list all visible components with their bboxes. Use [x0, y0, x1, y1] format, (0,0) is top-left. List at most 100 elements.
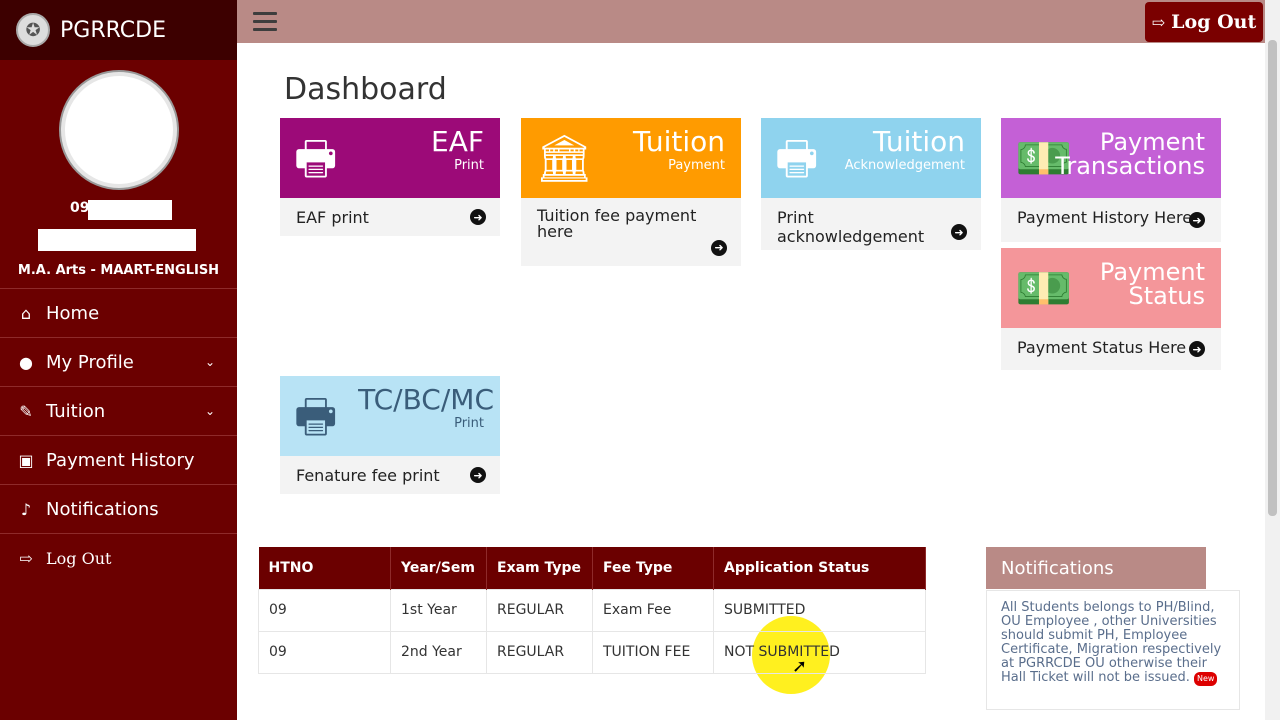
top-bar: ⇨ Log Out: [237, 0, 1265, 43]
card-tuition-payment[interactable]: 🏛 Tuition Payment Tuition fee payment he…: [521, 118, 741, 266]
card-footer-label: Tuition fee payment here: [537, 206, 697, 241]
sidebar-item-logout[interactable]: ⇨ Log Out: [0, 533, 237, 582]
home-icon: ⌂: [20, 303, 32, 323]
table-cell: REGULAR: [486, 630, 593, 674]
notifications-panel-body: All Students belongs to PH/Blind, OU Emp…: [986, 590, 1240, 710]
bank-icon: 🏛: [535, 131, 594, 185]
sidebar-item-payment-history[interactable]: ▣ Payment History: [0, 435, 237, 484]
profile-course: M.A. Arts - MAART-ENGLISH: [17, 263, 220, 278]
logout-button[interactable]: ⇨ Log Out: [1145, 2, 1263, 42]
arrow-circle-right-icon: ➜: [470, 209, 486, 225]
printer-icon: 🖶: [775, 131, 819, 185]
card-tuition-acknowledgement[interactable]: 🖶 Tuition Acknowledgement Print acknowle…: [761, 118, 981, 250]
table-row: 09 1st Year REGULAR Exam Fee SUBMITTED: [258, 588, 926, 632]
printer-icon: 🖶: [294, 131, 338, 185]
card-footer-label: Payment Status Here: [1017, 338, 1187, 357]
user-icon: ●: [19, 352, 33, 372]
profile-htno: 09: [70, 200, 90, 216]
card-title: TC/BC/MC: [358, 383, 494, 416]
sign-out-icon: ⇨: [1151, 12, 1166, 32]
card-footer-label: EAF print: [296, 208, 369, 227]
card-footer-label: Print acknowledgement: [777, 208, 925, 246]
card-footer-label: Fenature fee print: [296, 466, 440, 485]
notification-text: All Students belongs to PH/Blind, OU Emp…: [1001, 600, 1222, 685]
card-title: Payment Transactions: [1055, 128, 1205, 180]
arrow-circle-right-icon: ➜: [1189, 212, 1205, 228]
column-header: Application Status: [713, 547, 926, 589]
card-header: 🖶 Tuition Acknowledgement: [761, 118, 981, 198]
card-footer[interactable]: EAF print ➜: [280, 198, 500, 236]
card-header: 💵 Payment Status: [1001, 248, 1221, 328]
bell-icon: ♪: [20, 499, 32, 519]
sidebar-item-tuition[interactable]: ✎ Tuition ⌄: [0, 386, 237, 435]
card-title: Tuition: [872, 125, 965, 158]
redaction-mask: [38, 229, 196, 251]
sign-out-icon: ⇨: [19, 548, 33, 568]
card-tc-bc-mc-print[interactable]: 🖶 TC/BC/MC Print Fenature fee print ➜: [280, 376, 500, 494]
card-footer[interactable]: Print acknowledgement ➜: [761, 198, 981, 250]
brand-name: PGRRCDE: [60, 17, 166, 43]
money-icon: 💵: [1015, 261, 1073, 315]
money-icon: ▣: [18, 450, 34, 470]
card-footer[interactable]: Payment Status Here ➜: [1001, 328, 1221, 370]
card-payment-status[interactable]: 💵 Payment Status Payment Status Here ➜: [1001, 248, 1221, 370]
card-header: 🖶 EAF Print: [280, 118, 500, 198]
avatar: [61, 72, 177, 188]
card-title: EAF: [431, 125, 484, 158]
column-header: Fee Type: [592, 547, 714, 589]
redaction-mask: [88, 200, 172, 220]
university-crest-icon: ✪: [16, 13, 50, 47]
page-title: Dashboard: [284, 72, 447, 107]
sidebar-nav: ⌂ Home ● My Profile ⌄ ✎ Tuition ⌄ ▣ Paym…: [0, 288, 237, 582]
hamburger-menu-icon[interactable]: [253, 12, 277, 32]
sidebar-item-label: Log Out: [46, 548, 112, 568]
table-cell: TUITION FEE: [592, 630, 714, 674]
notifications-panel-title: Notifications: [986, 547, 1206, 589]
table-cell: REGULAR: [486, 588, 593, 632]
column-header: Exam Type: [486, 547, 593, 589]
table-cell: 09: [258, 588, 391, 632]
card-subtitle: Print: [454, 158, 484, 173]
sidebar-item-label: Payment History: [46, 449, 195, 471]
column-header: Year/Sem: [390, 547, 487, 589]
scrollbar-thumb[interactable]: [1268, 40, 1277, 516]
sidebar-item-my-profile[interactable]: ● My Profile ⌄: [0, 337, 237, 386]
edit-icon: ✎: [19, 401, 33, 421]
table-header-row: HTNO Year/Sem Exam Type Fee Type Applica…: [258, 547, 926, 589]
printer-icon: 🖶: [294, 389, 338, 443]
table-cell: 1st Year: [390, 588, 487, 632]
card-footer[interactable]: Payment History Here ➜: [1001, 198, 1221, 242]
card-subtitle: Acknowledgement: [844, 158, 965, 173]
sidebar: ✪ PGRRCDE 09 M.A. Arts - MAART-ENGLISH ⌂…: [0, 0, 237, 720]
sidebar-item-notifications[interactable]: ♪ Notifications: [0, 484, 237, 533]
chevron-down-icon: ⌄: [204, 404, 215, 418]
card-header: 💵 Payment Transactions: [1001, 118, 1221, 198]
table-row: 09 2nd Year REGULAR TUITION FEE NOT SUBM…: [258, 630, 926, 674]
mouse-pointer-icon: ➚: [792, 656, 808, 677]
card-footer[interactable]: Tuition fee payment here ➜: [521, 198, 741, 266]
arrow-circle-right-icon: ➜: [1189, 341, 1205, 357]
card-eaf-print[interactable]: 🖶 EAF Print EAF print ➜: [280, 118, 500, 236]
card-payment-transactions[interactable]: 💵 Payment Transactions Payment History H…: [1001, 118, 1221, 242]
table-cell: NOT SUBMITTED: [713, 630, 926, 674]
sidebar-item-home[interactable]: ⌂ Home: [0, 288, 237, 337]
column-header: HTNO: [258, 547, 391, 589]
sidebar-item-label: Notifications: [46, 498, 159, 520]
card-subtitle: Payment: [668, 158, 725, 173]
sidebar-item-label: Tuition: [46, 400, 106, 422]
card-header: 🖶 TC/BC/MC Print: [280, 376, 500, 456]
table-cell: SUBMITTED: [713, 588, 926, 632]
new-badge: New: [1194, 672, 1218, 686]
fee-status-table: HTNO Year/Sem Exam Type Fee Type Applica…: [258, 547, 926, 674]
chevron-down-icon: ⌄: [204, 355, 215, 369]
page-scrollbar[interactable]: [1265, 0, 1280, 720]
card-header: 🏛 Tuition Payment: [521, 118, 741, 198]
card-title: Tuition: [632, 125, 725, 158]
card-footer[interactable]: Fenature fee print ➜: [280, 456, 500, 494]
table-cell: Exam Fee: [592, 588, 714, 632]
card-title: Payment Status: [1099, 258, 1205, 310]
sidebar-item-label: Home: [46, 302, 100, 324]
table-cell: 2nd Year: [390, 630, 487, 674]
brand-bar[interactable]: ✪ PGRRCDE: [0, 0, 237, 60]
arrow-circle-right-icon: ➜: [951, 224, 967, 240]
